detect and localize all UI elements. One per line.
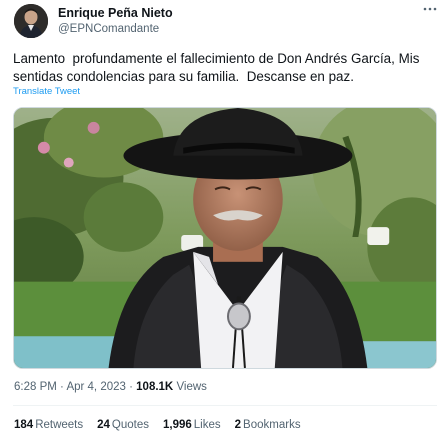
tweet-text: Lamento profundamente el fallecimiento d…: [13, 51, 424, 84]
views-count: 108.1K: [136, 381, 174, 393]
author-name[interactable]: Enrique Peña Nieto: [58, 6, 173, 20]
tweet-photo[interactable]: [13, 107, 437, 369]
bookmarks-label: Bookmarks: [243, 419, 301, 431]
views-label: Views: [176, 381, 207, 393]
quotes-count: 24: [97, 419, 110, 431]
quotes-stat[interactable]: 24 Quotes: [97, 419, 149, 431]
retweets-label: Retweets: [35, 419, 84, 431]
tweet-time: 6:28 PM: [14, 381, 57, 393]
likes-stat[interactable]: 1,996 Likes: [163, 419, 221, 431]
retweets-stat[interactable]: 184 Retweets: [14, 419, 83, 431]
more-options-icon[interactable]: [423, 4, 437, 14]
author-avatar[interactable]: [14, 4, 48, 38]
tweet-detail: Enrique Peña Nieto @EPNComandante Lament…: [0, 0, 447, 439]
tweet-timestamp[interactable]: 6:28 PM · Apr 4, 2023 · 108.1K Views: [14, 381, 207, 393]
separator: ·: [60, 381, 64, 393]
separator: ·: [129, 381, 133, 393]
engagement-stats: 184 Retweets 24 Quotes 1,996 Likes 2 Bookmar…: [14, 419, 315, 431]
author-name-text: Enrique Peña Nieto: [58, 6, 173, 20]
retweets-count: 184: [14, 419, 34, 431]
divider: [13, 405, 437, 406]
author-handle[interactable]: @EPNComandante: [58, 23, 159, 35]
bookmarks-stat[interactable]: 2 Bookmarks: [235, 419, 301, 431]
bookmarks-count: 2: [234, 419, 242, 431]
tweet-date: Apr 4, 2023: [66, 381, 126, 393]
likes-label: Likes: [193, 419, 221, 431]
likes-count: 1,996: [163, 419, 192, 431]
translate-tweet-link[interactable]: Translate Tweet: [13, 86, 80, 97]
quotes-label: Quotes: [111, 419, 149, 431]
